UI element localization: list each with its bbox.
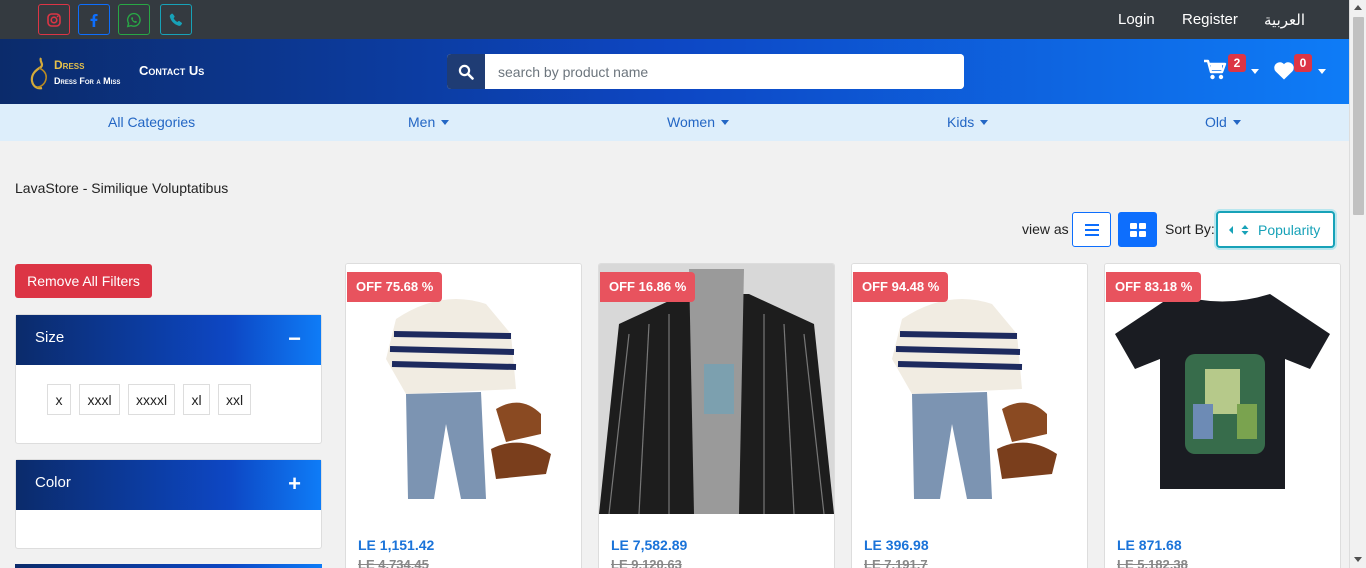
phone-icon (169, 13, 183, 26)
search-bar (447, 54, 964, 89)
size-option[interactable]: xxxxl (128, 384, 175, 415)
caret-down-icon (980, 119, 989, 125)
caret-down-icon (720, 119, 729, 125)
sort-value: Popularity (1258, 221, 1321, 238)
product-card[interactable]: OFF 83.18 % LE 871.68 LE 5,182.38 (1104, 263, 1341, 568)
sort-arrows-icon (1229, 224, 1249, 235)
discount-badge: OFF 16.86 % (600, 272, 696, 302)
size-filter-header[interactable]: Size − (16, 315, 321, 365)
list-icon (1084, 223, 1099, 236)
phone-link[interactable] (160, 4, 192, 35)
instagram-icon (47, 12, 61, 27)
collapse-icon[interactable]: − (288, 328, 301, 350)
page-scrollbar[interactable] (1349, 0, 1366, 568)
category-nav: All Categories Men Women Kids Old (0, 104, 1349, 141)
product-card[interactable]: OFF 94.48 % LE 396.98 LE 7,191.7 (851, 263, 1088, 568)
grid-view-button[interactable] (1118, 212, 1157, 247)
color-filter-header[interactable]: Color + (16, 460, 321, 510)
language-switch[interactable]: العربية (1264, 11, 1305, 29)
size-filter: Size − x xxxl xxxxl xl xxl (15, 314, 322, 444)
product-price: LE 7,582.89 (611, 537, 688, 553)
whatsapp-icon (126, 12, 141, 27)
wishlist-count-badge: 0 (1294, 54, 1312, 72)
nav-all-categories[interactable]: All Categories (108, 114, 195, 130)
logo-subtitle: Dress For a Miss (54, 76, 121, 86)
nav-old[interactable]: Old (1205, 114, 1241, 130)
product-price: LE 871.68 (1117, 537, 1182, 553)
color-filter-title: Color (35, 474, 71, 491)
product-old-price: LE 5,182.38 (1117, 557, 1188, 568)
nav-label: Women (667, 114, 715, 130)
nav-women[interactable]: Women (667, 114, 729, 130)
cart-button[interactable] (1203, 59, 1227, 86)
size-option[interactable]: xxxl (79, 384, 120, 415)
grid-icon (1129, 222, 1146, 237)
logo-title: Dress (54, 58, 85, 72)
discount-badge: OFF 94.48 % (853, 272, 949, 302)
logo[interactable]: Dress Dress For a Miss (28, 54, 133, 92)
sort-by-label: Sort By: (1165, 221, 1215, 237)
instagram-link[interactable] (38, 4, 70, 35)
cart-count-badge: 2 (1228, 54, 1246, 72)
search-button[interactable] (447, 54, 485, 89)
top-bar: Login Register العربية (0, 0, 1349, 39)
nav-label: Old (1205, 114, 1227, 130)
discount-badge: OFF 75.68 % (347, 272, 443, 302)
wishlist-button[interactable] (1273, 61, 1295, 85)
next-filter-header[interactable] (15, 564, 322, 568)
product-old-price: LE 7,191.7 (864, 557, 928, 568)
size-filter-title: Size (35, 329, 65, 346)
scroll-down-icon[interactable] (1354, 557, 1362, 562)
facebook-link[interactable] (78, 4, 110, 35)
cart-dropdown-icon[interactable] (1251, 69, 1259, 74)
nav-label: Men (408, 114, 436, 130)
product-price: LE 1,151.42 (358, 537, 435, 553)
caret-down-icon (441, 119, 450, 125)
size-option[interactable]: xxl (218, 384, 251, 415)
logo-mark-icon (30, 57, 47, 90)
product-old-price: LE 9,120.63 (611, 557, 682, 568)
next-filter (15, 564, 322, 568)
contact-us-link[interactable]: Contact Us (139, 63, 204, 78)
breadcrumb: LavaStore - Similique Voluptatibus (15, 180, 229, 196)
nav-label: Kids (947, 114, 975, 130)
nav-label: All Categories (108, 114, 196, 130)
sort-select[interactable]: Popularity (1216, 211, 1335, 248)
facebook-icon (90, 13, 98, 27)
remove-all-filters-button[interactable]: Remove All Filters (15, 264, 152, 298)
view-as-label: view as (1022, 221, 1069, 237)
whatsapp-link[interactable] (118, 4, 150, 35)
expand-icon[interactable]: + (288, 473, 301, 495)
search-input[interactable] (485, 54, 964, 89)
product-card[interactable]: OFF 16.86 % LE 7,582.89 LE 9,120.63 (598, 263, 835, 568)
search-icon (458, 64, 474, 80)
login-link[interactable]: Login (1118, 11, 1155, 28)
scroll-up-icon[interactable] (1354, 5, 1362, 10)
caret-down-icon (1232, 119, 1241, 125)
cart-icon (1204, 59, 1227, 80)
size-option[interactable]: xl (183, 384, 210, 415)
wishlist-dropdown-icon[interactable] (1318, 69, 1326, 74)
scrollbar-thumb[interactable] (1353, 17, 1364, 215)
header: Dress Dress For a Miss Contact Us 2 0 (0, 39, 1349, 104)
discount-badge: OFF 83.18 % (1106, 272, 1202, 302)
color-filter: Color + (15, 459, 322, 549)
heart-icon (1274, 62, 1294, 80)
nav-kids[interactable]: Kids (947, 114, 989, 130)
list-view-button[interactable] (1072, 212, 1111, 247)
product-old-price: LE 4,734.45 (358, 557, 429, 568)
size-option[interactable]: x (47, 384, 71, 415)
register-link[interactable]: Register (1182, 11, 1238, 28)
nav-men[interactable]: Men (408, 114, 450, 130)
product-price: LE 396.98 (864, 537, 929, 553)
product-card[interactable]: OFF 75.68 % LE 1,151.42 LE 4,734.45 (345, 263, 582, 568)
